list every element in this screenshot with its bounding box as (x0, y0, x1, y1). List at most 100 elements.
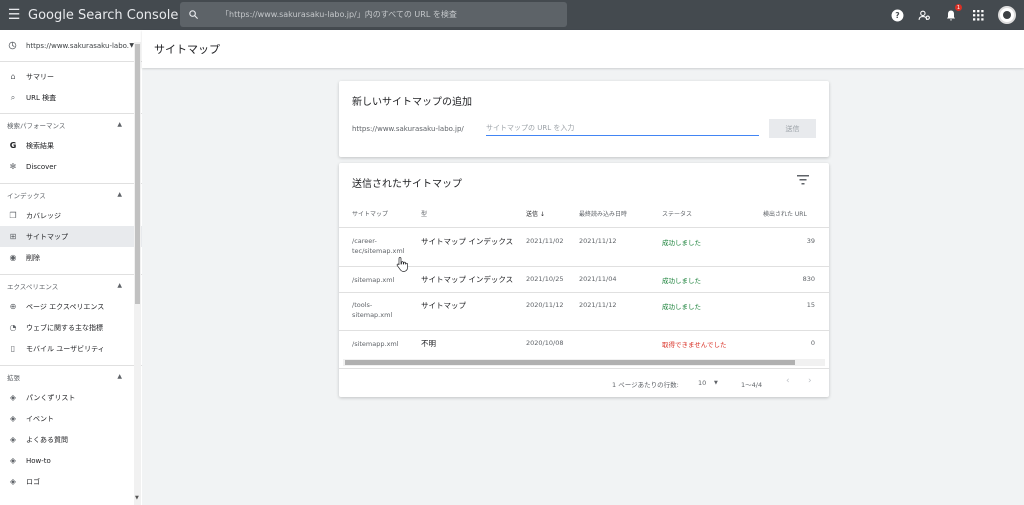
sidebar-item-coverage[interactable]: ❐ カバレッジ (0, 205, 142, 226)
column-type[interactable]: 型 (421, 209, 427, 218)
previous-page-icon[interactable]: ‹ (786, 376, 790, 386)
chevron-down-icon[interactable]: ▼ (714, 380, 718, 386)
submitted-date: 2020/10/08 (526, 339, 564, 347)
discovered-urls: 15 (806, 301, 815, 309)
status-text: 成功しました (662, 239, 701, 247)
layers-icon: ◈ (9, 435, 17, 444)
next-page-icon[interactable]: › (808, 376, 812, 386)
sitemap-path: /sitemap.xml (352, 276, 395, 284)
sidebar-item-label: ウェブに関する主な指標 (26, 323, 103, 332)
sitemap-path: /tools-sitemap.xml (352, 301, 393, 319)
page-range: 1〜4/4 (741, 381, 763, 389)
layers-icon: ◈ (9, 456, 17, 465)
sidebar-scrollbar-thumb[interactable] (135, 44, 140, 304)
sidebar-item-label: 削除 (26, 253, 40, 262)
rows-per-page-select[interactable]: 10 (698, 379, 706, 387)
sitemap-path: /career-tec/sitemap.xml (352, 237, 405, 255)
sidebar-item-removals[interactable]: ◉ 削除 (0, 247, 142, 268)
table-scrollbar-thumb[interactable] (345, 360, 795, 365)
sidebar-item-faq[interactable]: ◈ よくある質問 (0, 429, 142, 450)
search-icon: ⌕ (10, 92, 16, 102)
globe-icon (8, 41, 17, 50)
sidebar-item-breadcrumbs[interactable]: ◈ パンくずリスト (0, 387, 142, 408)
app-title[interactable]: Google Search Console (28, 8, 180, 23)
sitemap-url-input[interactable] (486, 121, 759, 136)
search-input[interactable] (221, 10, 551, 19)
status-text: 成功しました (662, 277, 701, 285)
property-selector[interactable]: https://www.sakurasaku-labo... ▼ (0, 30, 142, 62)
sitemap-type: 不明 (421, 339, 436, 348)
svg-text:?: ? (895, 11, 899, 20)
hand-cursor-icon (396, 257, 408, 272)
submitted-sitemaps-title: 送信されたサイトマップ (352, 179, 462, 190)
table-row[interactable]: /sitemapp.xml 不明 2020/10/08 取得できませんでした 0 (339, 330, 829, 358)
url-inspection-search[interactable] (180, 2, 567, 27)
help-icon[interactable]: ? (890, 8, 904, 22)
sidebar-item-page-experience[interactable]: ⊕ ページ エクスペリエンス (0, 296, 142, 317)
table-header: サイトマップ 型 送信 ↓ 最終読み込み日時 ステータス 検出された URL (339, 205, 829, 227)
column-sitemap[interactable]: サイトマップ (352, 209, 388, 218)
table-row[interactable]: /career-tec/sitemap.xml サイトマップ インデックス 20… (339, 227, 829, 266)
table-row[interactable]: /tools-sitemap.xml サイトマップ 2020/11/12 202… (339, 292, 829, 330)
sidebar-item-label: URL 検査 (26, 93, 57, 102)
filter-icon[interactable] (797, 175, 809, 185)
submitted-date: 2021/10/25 (526, 275, 564, 283)
section-search-performance[interactable]: 検索パフォーマンス ▲ (0, 113, 142, 135)
layers-icon: ◈ (9, 414, 17, 423)
chevron-up-icon: ▲ (117, 121, 122, 128)
sidebar-item-url-inspection[interactable]: ⌕ URL 検査 (0, 87, 142, 108)
top-bar: ☰ Google Search Console ? 1 (0, 0, 1024, 30)
column-submitted[interactable]: 送信 ↓ (526, 209, 545, 218)
column-status[interactable]: ステータス (662, 209, 692, 218)
sidebar-item-label: モバイル ユーザビリティ (26, 344, 105, 353)
rows-per-page-label: 1 ページあたりの行数: (612, 381, 679, 389)
chevron-up-icon: ▲ (117, 191, 122, 198)
submitted-sitemaps-card: 送信されたサイトマップ サイトマップ 型 送信 ↓ 最終読み込み日時 ステータス… (339, 163, 829, 397)
scroll-down-arrow-icon[interactable]: ▼ (135, 495, 139, 501)
sidebar-item-events[interactable]: ◈ イベント (0, 408, 142, 429)
sitemap-type: サイトマップ (421, 301, 466, 310)
sidebar-item-search-results[interactable]: G 検索結果 (0, 135, 142, 156)
section-title: 拡張 (7, 373, 20, 382)
sidebar-item-discover[interactable]: ✻ Discover (0, 156, 142, 177)
sidebar-item-label: 検索結果 (26, 141, 54, 150)
property-url: https://www.sakurasaku-labo... (26, 41, 130, 50)
submit-button[interactable]: 送信 (769, 119, 816, 138)
sitemap-type: サイトマップ インデックス (421, 237, 514, 246)
file-copy-icon: ❐ (9, 211, 17, 220)
hamburger-menu-icon[interactable]: ☰ (2, 0, 26, 30)
last-read-date: 2021/11/12 (579, 301, 617, 309)
gauge-icon: ◔ (9, 323, 17, 332)
column-last-read[interactable]: 最終読み込み日時 (579, 209, 627, 218)
sidebar-item-core-web-vitals[interactable]: ◔ ウェブに関する主な指標 (0, 317, 142, 338)
chevron-up-icon: ▲ (117, 282, 122, 289)
table-row[interactable]: /sitemap.xml サイトマップ インデックス 2021/10/25 20… (339, 266, 829, 292)
sidebar-item-how-to[interactable]: ◈ How-to (0, 450, 142, 471)
notifications-icon[interactable]: 1 (944, 4, 962, 22)
account-avatar[interactable] (998, 6, 1016, 24)
submitted-date: 2021/11/02 (526, 237, 564, 245)
sidebar-item-label: サマリー (26, 72, 54, 81)
apps-grid-icon[interactable] (971, 8, 985, 22)
sidebar-item-label: サイトマップ (26, 232, 68, 241)
section-index[interactable]: インデックス ▲ (0, 183, 142, 205)
asterisk-icon: ✻ (9, 162, 17, 171)
sidebar-item-mobile-usability[interactable]: ▯ モバイル ユーザビリティ (0, 338, 142, 359)
manage-users-icon[interactable] (917, 8, 931, 22)
column-discovered-urls[interactable]: 検出された URL (763, 209, 807, 218)
sidebar-item-sitemaps[interactable]: ⊞ サイトマップ (0, 226, 142, 247)
sidebar-item-label: ロゴ (26, 477, 40, 486)
notification-badge: 1 (955, 4, 962, 11)
page-header: サイトマップ (142, 30, 1024, 68)
sidebar-item-label: ページ エクスペリエンス (26, 302, 105, 311)
main-content: サイトマップ 新しいサイトマップの追加 https://www.sakurasa… (142, 30, 1024, 505)
sidebar-item-label: パンくずリスト (26, 393, 76, 402)
section-title: 検索パフォーマンス (7, 121, 66, 130)
section-experience[interactable]: エクスペリエンス ▲ (0, 274, 142, 296)
sidebar-item-logo[interactable]: ◈ ロゴ (0, 471, 142, 492)
section-enhancements[interactable]: 拡張 ▲ (0, 365, 142, 387)
layers-icon: ◈ (9, 393, 17, 402)
sidebar-item-summary[interactable]: ⌂ サマリー (0, 66, 142, 87)
discovered-urls: 0 (810, 339, 815, 347)
sitemap-type: サイトマップ インデックス (421, 275, 514, 284)
